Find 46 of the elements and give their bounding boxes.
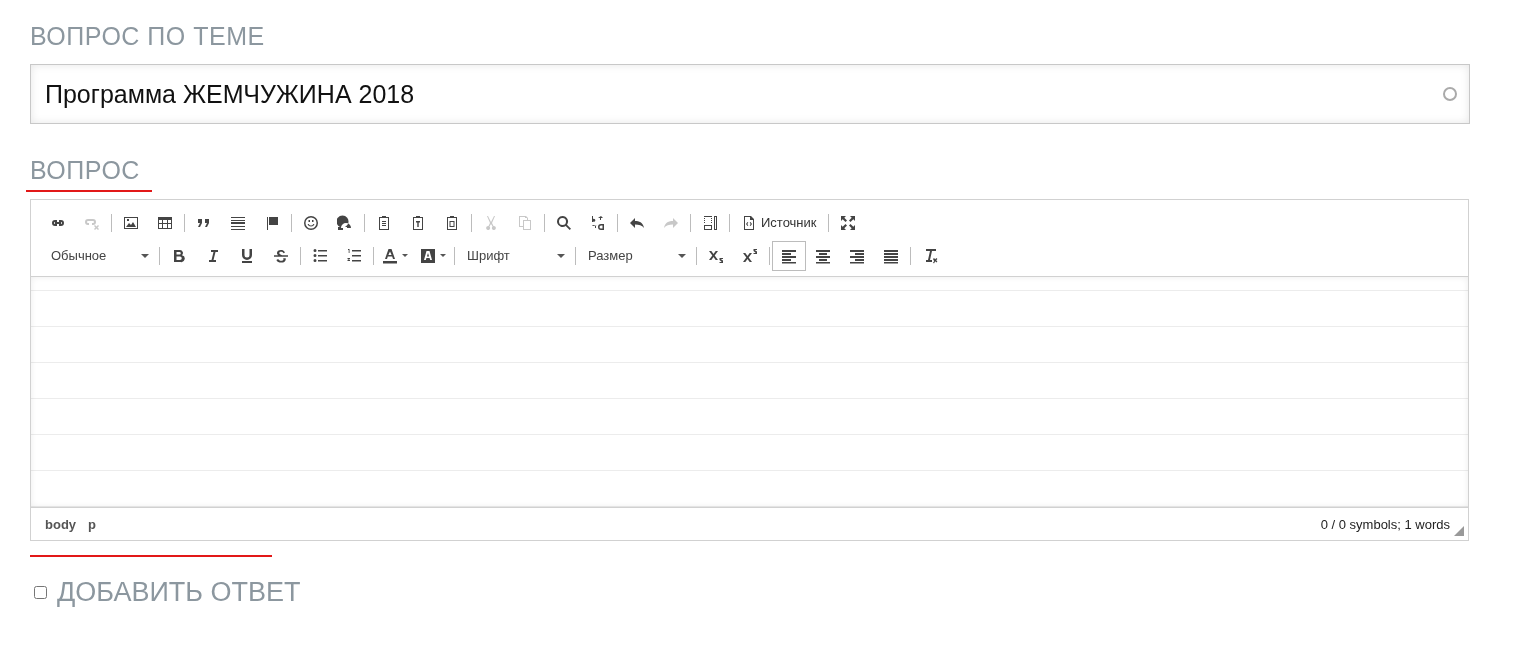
add-answer-checkbox[interactable] xyxy=(34,586,47,599)
resize-grip-icon[interactable] xyxy=(1454,526,1464,536)
caret-icon xyxy=(402,254,408,257)
bold-icon xyxy=(171,247,187,264)
caret-icon xyxy=(141,253,149,258)
caret-icon xyxy=(557,253,565,258)
bulleted-list-icon xyxy=(312,247,328,264)
align-left-icon xyxy=(781,247,797,264)
smiley-icon xyxy=(303,214,319,231)
flag-icon xyxy=(264,214,280,231)
dropdown[interactable]: Обычное xyxy=(41,240,157,271)
replace-icon xyxy=(590,214,606,231)
question-label: ВОПРОС xyxy=(30,155,141,186)
align-center-icon xyxy=(815,247,831,264)
search-icon xyxy=(556,214,572,231)
element-path-link[interactable]: body xyxy=(45,516,77,532)
dropdown[interactable]: Размер xyxy=(578,240,694,271)
maximize-icon xyxy=(839,214,856,231)
show-blocks-icon xyxy=(702,214,718,231)
horizontal-line-icon xyxy=(230,214,246,231)
align-right-icon xyxy=(849,247,865,264)
caret-icon xyxy=(678,253,686,258)
underline-icon xyxy=(239,247,255,264)
numbered-list-icon xyxy=(346,247,362,264)
dropdown[interactable]: Шрифт xyxy=(457,240,573,271)
topic-field[interactable]: Программа ЖЕМЧУЖИНА 2018 xyxy=(30,64,1470,124)
strikethrough-icon xyxy=(273,247,289,264)
caret-icon xyxy=(440,254,446,257)
scissors-icon xyxy=(483,214,499,231)
text-color-icon xyxy=(382,247,398,264)
paste-text-icon xyxy=(410,214,426,231)
paste-word-icon xyxy=(444,214,460,231)
topic-label: ВОПРОС ПО ТЕМЕ xyxy=(30,21,266,52)
toolbar-button[interactable] xyxy=(772,240,806,271)
copy-icon xyxy=(517,214,533,231)
image-icon xyxy=(123,214,139,231)
source-icon xyxy=(741,214,757,231)
character-counter: 0 / 0 symbols; 1 words xyxy=(1320,516,1450,532)
paste-icon xyxy=(376,214,392,231)
table-icon xyxy=(157,214,173,231)
status-ring-icon xyxy=(1443,87,1457,101)
source-button[interactable]: Источник xyxy=(732,207,826,238)
background-color-icon xyxy=(420,247,436,264)
justify-icon xyxy=(883,247,899,264)
superscript-icon xyxy=(742,247,758,264)
element-path-link[interactable]: p xyxy=(88,516,96,532)
